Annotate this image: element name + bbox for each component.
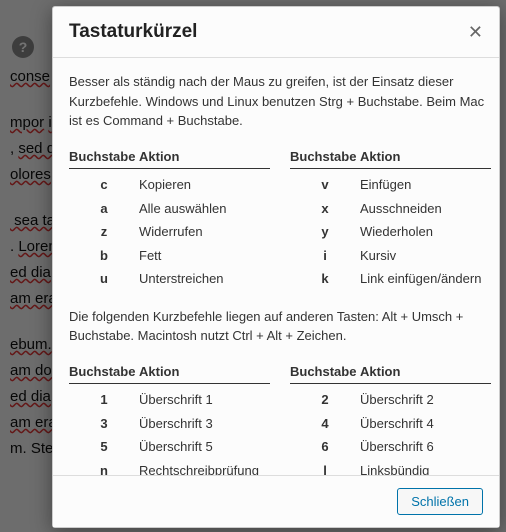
- table-row: 1Überschrift 1: [69, 388, 270, 412]
- modal-header: Tastaturkürzel ✕: [53, 7, 499, 58]
- modal-body[interactable]: Besser als ständig nach der Maus zu grei…: [53, 58, 499, 475]
- close-icon[interactable]: ✕: [468, 23, 483, 41]
- table-row: iKursiv: [290, 244, 491, 268]
- shortcuts-modal: Tastaturkürzel ✕ Besser als ständig nach…: [52, 6, 500, 528]
- modal-title: Tastaturkürzel: [69, 21, 197, 43]
- table-row: 2Überschrift 2: [290, 388, 491, 412]
- table-row: cKopieren: [69, 173, 270, 197]
- table-row: bFett: [69, 244, 270, 268]
- table-row: 3Überschrift 3: [69, 412, 270, 436]
- table-row: vEinfügen: [290, 173, 491, 197]
- table-row: 5Überschrift 5: [69, 435, 270, 459]
- table-row: 4Überschrift 4: [290, 412, 491, 436]
- shortcut-table-2: BuchstabeAktion 1Überschrift 1 3Überschr…: [69, 362, 491, 476]
- table-row: xAusschneiden: [290, 197, 491, 221]
- close-button[interactable]: Schließen: [397, 488, 483, 515]
- table-row: nRechtschreibprüfung: [69, 459, 270, 476]
- table-row: uUnterstreichen: [69, 267, 270, 291]
- table-row: aAlle auswählen: [69, 197, 270, 221]
- intro-text: Besser als ständig nach der Maus zu grei…: [69, 72, 491, 131]
- table-row: yWiederholen: [290, 220, 491, 244]
- table-row: zWiderrufen: [69, 220, 270, 244]
- table-row: kLink einfügen/ändern: [290, 267, 491, 291]
- table-row: 6Überschrift 6: [290, 435, 491, 459]
- mid-text: Die folgenden Kurzbefehle liegen auf and…: [69, 307, 491, 346]
- modal-footer: Schließen: [53, 475, 499, 527]
- table-row: lLinksbündig: [290, 459, 491, 476]
- shortcut-table-1: BuchstabeAktion cKopieren aAlle auswähle…: [69, 147, 491, 291]
